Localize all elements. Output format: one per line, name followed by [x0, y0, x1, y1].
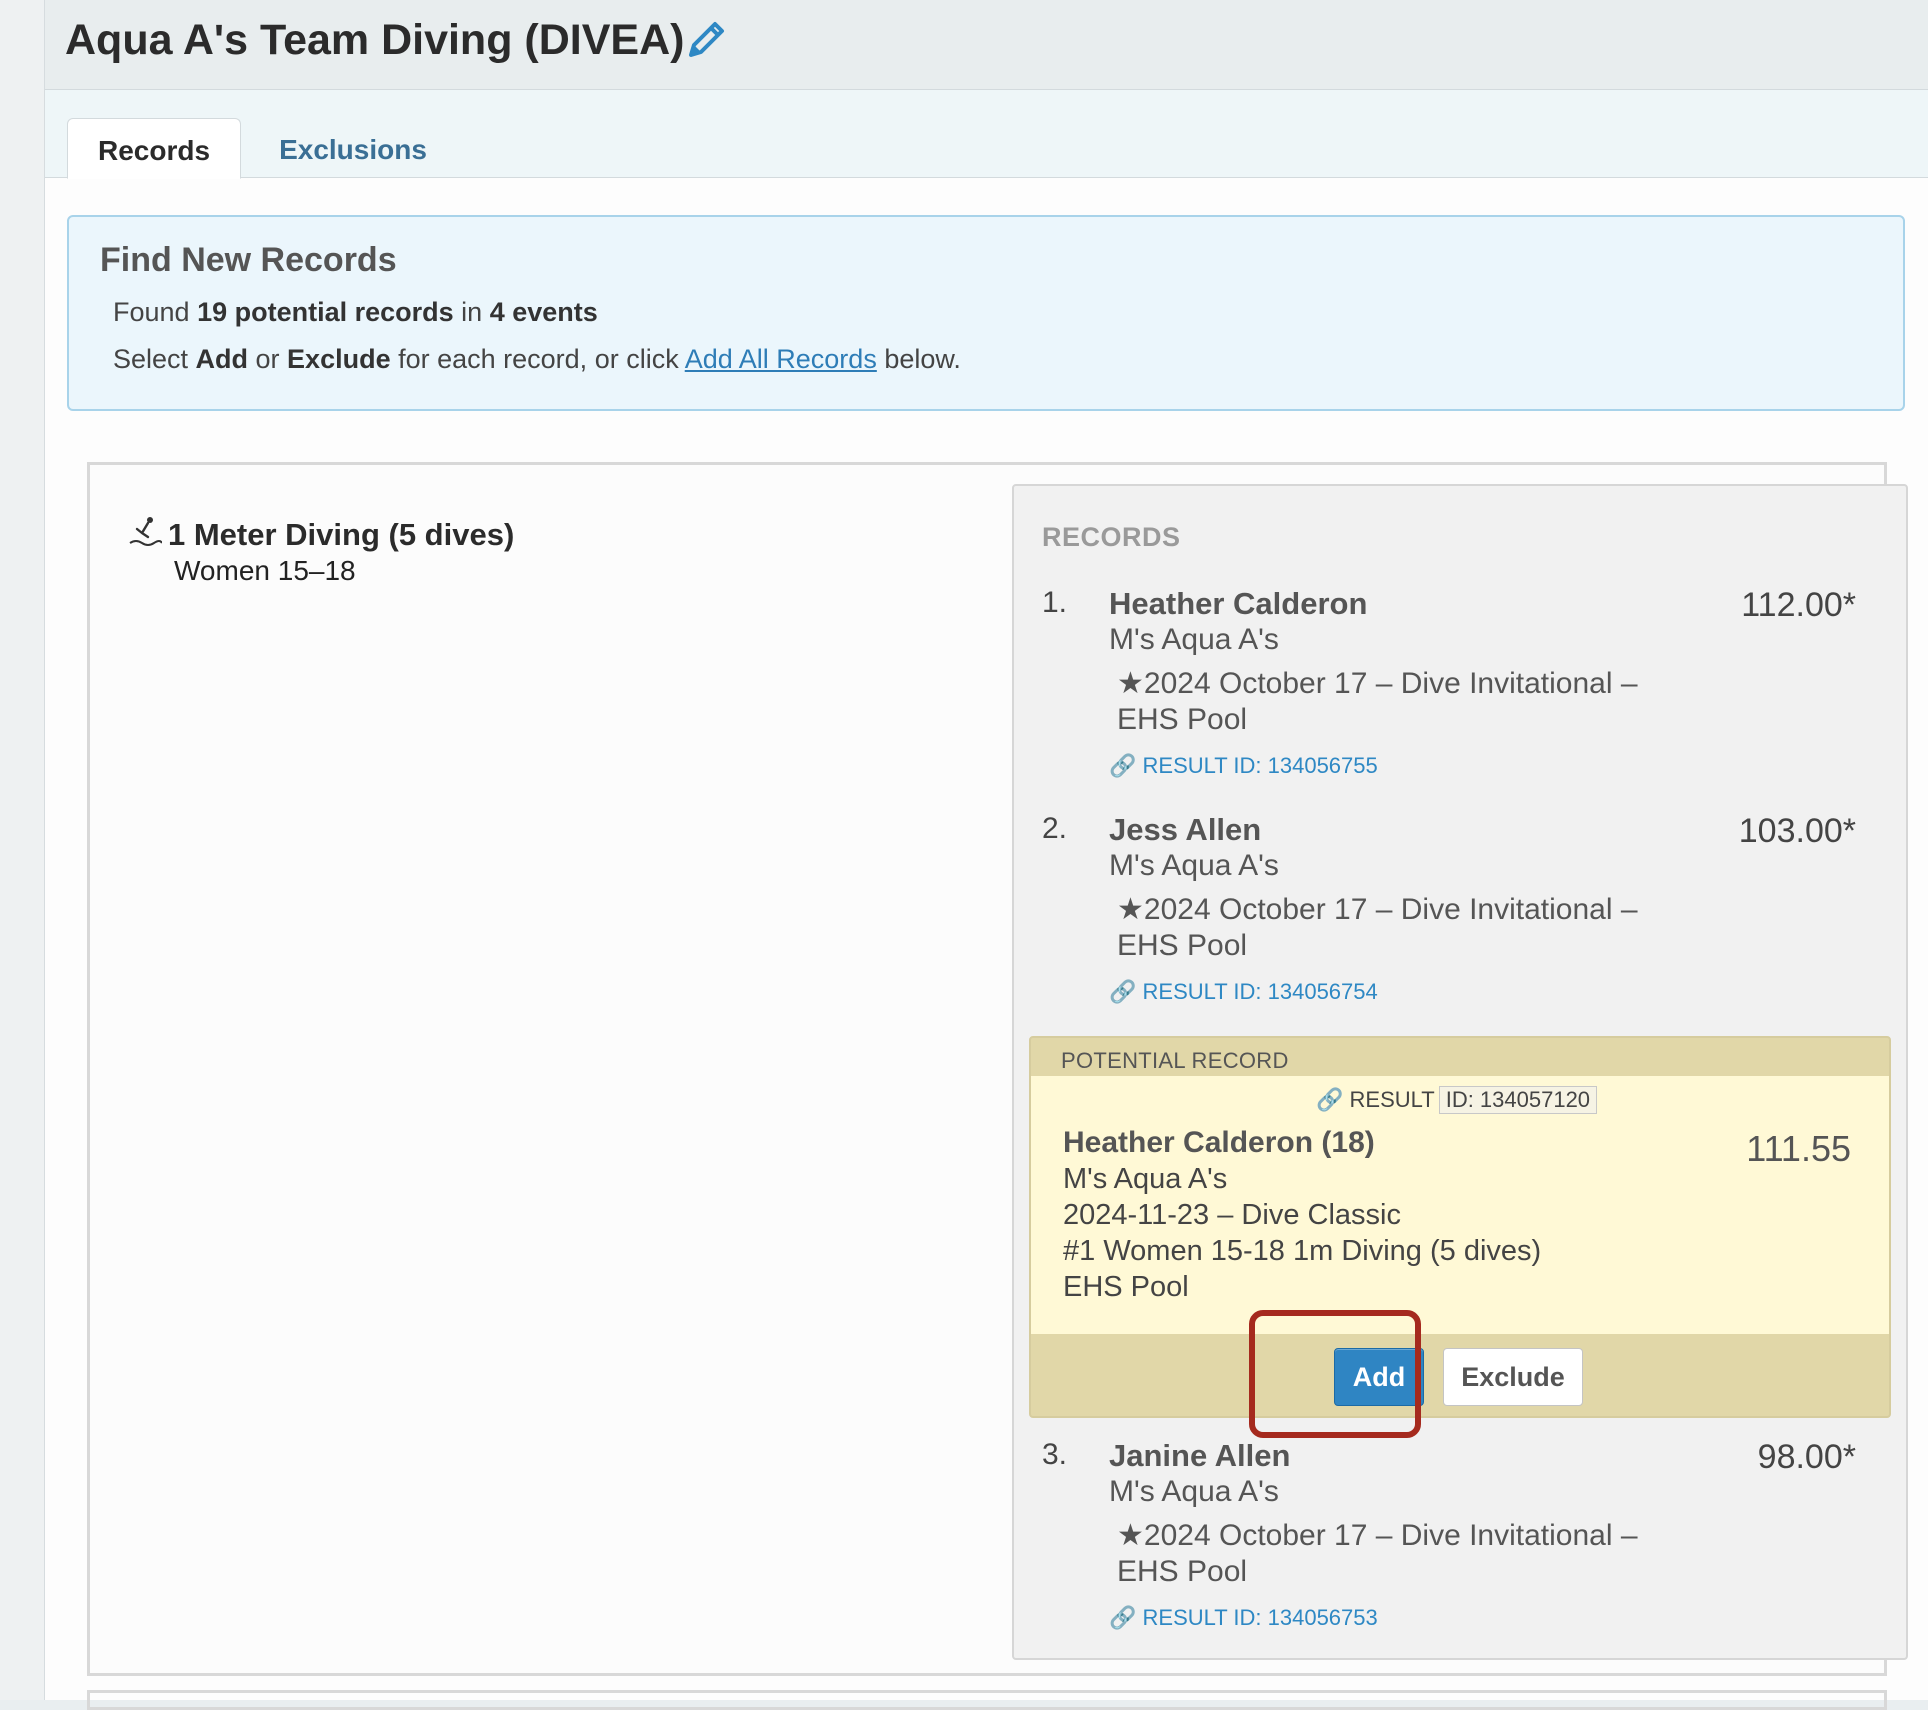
find-records-title: Find New Records [100, 241, 397, 279]
instruction-mid: for each record, or click [390, 344, 685, 374]
result-label: RESULT [1349, 1087, 1435, 1112]
record-meet: ★2024 October 17 – Dive Invitational – E… [1117, 892, 1677, 964]
event-card: 1 Meter Diving (5 dives) Women 15–18 REC… [87, 462, 1908, 1676]
add-button-highlight [1249, 1310, 1421, 1438]
instruction-end: below. [876, 344, 961, 374]
record-result-link[interactable]: 🔗 RESULT ID: 134056755 [1109, 753, 1378, 779]
record-meet-text: 2024 October 17 – Dive Invitational – EH… [1117, 893, 1638, 962]
next-event-card [87, 1690, 1887, 1710]
record-result-id: RESULT ID: 134056755 [1142, 753, 1378, 778]
link-icon: 🔗 [1316, 1087, 1344, 1112]
tab-bar: Records Exclusions [45, 90, 1928, 179]
instruction-or: or [248, 344, 288, 374]
page-header: Aqua A's Team Diving (DIVEA) [45, 0, 1928, 90]
left-sidebar-strip [0, 0, 45, 1700]
star-icon: ★ [1117, 893, 1144, 926]
record-rank: 3. [1042, 1438, 1068, 1471]
potential-team: M's Aqua A's [1063, 1163, 1228, 1195]
record-result-link[interactable]: 🔗 RESULT ID: 134056754 [1109, 979, 1378, 1005]
record-result-link[interactable]: 🔗 RESULT ID: 134056753 [1109, 1605, 1378, 1631]
found-events: 4 events [489, 297, 598, 327]
potential-record-heading: POTENTIAL RECORD [1061, 1048, 1289, 1073]
result-id-badge[interactable]: ID: 134057120 [1438, 1086, 1598, 1114]
record-athlete: Janine Allen [1109, 1438, 1291, 1473]
page: Aqua A's Team Diving (DIVEA) Records Exc… [45, 0, 1928, 1710]
record-rank: 1. [1042, 586, 1068, 619]
star-icon: ★ [1117, 667, 1144, 700]
event-name: 1 Meter Diving (5 dives) [168, 517, 515, 552]
found-summary: Found 19 potential records in 4 events [113, 297, 598, 328]
record-meet: ★2024 October 17 – Dive Invitational – E… [1117, 666, 1677, 738]
potential-result-line: 🔗 RESULT ID: 134057120 [1316, 1086, 1598, 1114]
potential-record-body: 🔗 RESULT ID: 134057120 Heather Calderon (… [1031, 1076, 1889, 1334]
found-count: 19 potential records [197, 297, 454, 327]
star-icon: ★ [1117, 1519, 1144, 1552]
records-heading: RECORDS [1042, 522, 1181, 552]
link-icon: 🔗 [1109, 753, 1137, 778]
found-in-text: in [453, 297, 490, 327]
record-score: 98.00* [1757, 1438, 1856, 1476]
page-title: Aqua A's Team Diving (DIVEA) [65, 16, 685, 64]
tab-records[interactable]: Records [67, 118, 241, 179]
record-team: M's Aqua A's [1109, 1475, 1279, 1508]
record-result-id: RESULT ID: 134056753 [1142, 1605, 1378, 1630]
exclude-button[interactable]: Exclude [1443, 1348, 1583, 1406]
instruction-text: Select [113, 344, 196, 374]
record-meet: ★2024 October 17 – Dive Invitational – E… [1117, 1518, 1677, 1590]
record-rank: 2. [1042, 812, 1068, 845]
instruction-add: Add [195, 344, 249, 374]
potential-score: 111.55 [1746, 1128, 1851, 1169]
instruction-exclude: Exclude [287, 344, 391, 374]
potential-athlete: Heather Calderon (18) [1063, 1126, 1375, 1159]
record-athlete: Heather Calderon [1109, 586, 1368, 621]
link-icon: 🔗 [1109, 1605, 1137, 1630]
pencil-edit-icon[interactable] [683, 15, 731, 63]
potential-place-event: #1 Women 15-18 1m Diving (5 dives) [1063, 1235, 1542, 1267]
tab-exclusions[interactable]: Exclusions [263, 118, 443, 179]
found-text: Found [113, 297, 198, 327]
record-score: 103.00* [1738, 812, 1856, 850]
diver-icon [129, 517, 162, 546]
record-athlete: Jess Allen [1109, 812, 1262, 847]
record-team: M's Aqua A's [1109, 623, 1279, 656]
record-result-id: RESULT ID: 134056754 [1142, 979, 1378, 1004]
event-age-group: Women 15–18 [174, 555, 356, 586]
add-all-records-link[interactable]: Add All Records [685, 344, 877, 374]
records-panel: RECORDS 1. Heather Calderon M's Aqua A's… [1012, 484, 1908, 1660]
instruction-line: Select Add or Exclude for each record, o… [113, 344, 961, 375]
record-meet-text: 2024 October 17 – Dive Invitational – EH… [1117, 1519, 1638, 1588]
record-team: M's Aqua A's [1109, 849, 1279, 882]
potential-record-card: POTENTIAL RECORD 🔗 RESULT ID: 134057120 H… [1029, 1036, 1891, 1418]
record-score: 112.00* [1741, 586, 1856, 624]
link-icon: 🔗 [1109, 979, 1137, 1004]
potential-venue: EHS Pool [1063, 1271, 1189, 1303]
find-new-records-box: Find New Records Found 19 potential reco… [67, 215, 1905, 411]
record-meet-text: 2024 October 17 – Dive Invitational – EH… [1117, 667, 1638, 736]
potential-meet: 2024-11-23 – Dive Classic [1063, 1199, 1401, 1231]
